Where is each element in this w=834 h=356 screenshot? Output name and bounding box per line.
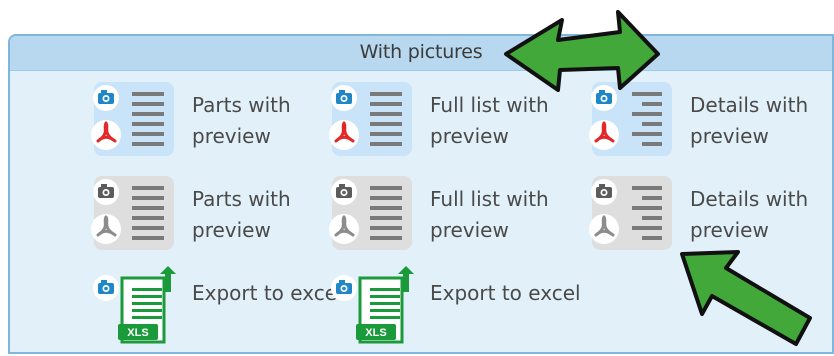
panel-header: With pictures bbox=[10, 36, 832, 71]
option-label: Details with preview bbox=[690, 187, 809, 242]
option-label: Full list with preview bbox=[430, 93, 549, 148]
panel-title: With pictures bbox=[359, 41, 483, 63]
arrow-pointer-icon bbox=[680, 250, 812, 346]
xls-badge: XLS bbox=[365, 327, 386, 339]
export-to-excel-2-option[interactable]: XLS Export to excel bbox=[326, 266, 606, 350]
details-with-preview-gray-option[interactable]: Details with preview bbox=[586, 172, 834, 256]
option-label: Details with preview bbox=[690, 93, 809, 148]
option-label: Export to excel bbox=[430, 281, 581, 305]
arrow-pointer-icon bbox=[504, 10, 660, 92]
xls-badge: XLS bbox=[127, 327, 148, 339]
full-list-with-preview-gray-option[interactable]: Full list with preview bbox=[326, 172, 606, 256]
option-label: Full list with preview bbox=[430, 187, 549, 242]
